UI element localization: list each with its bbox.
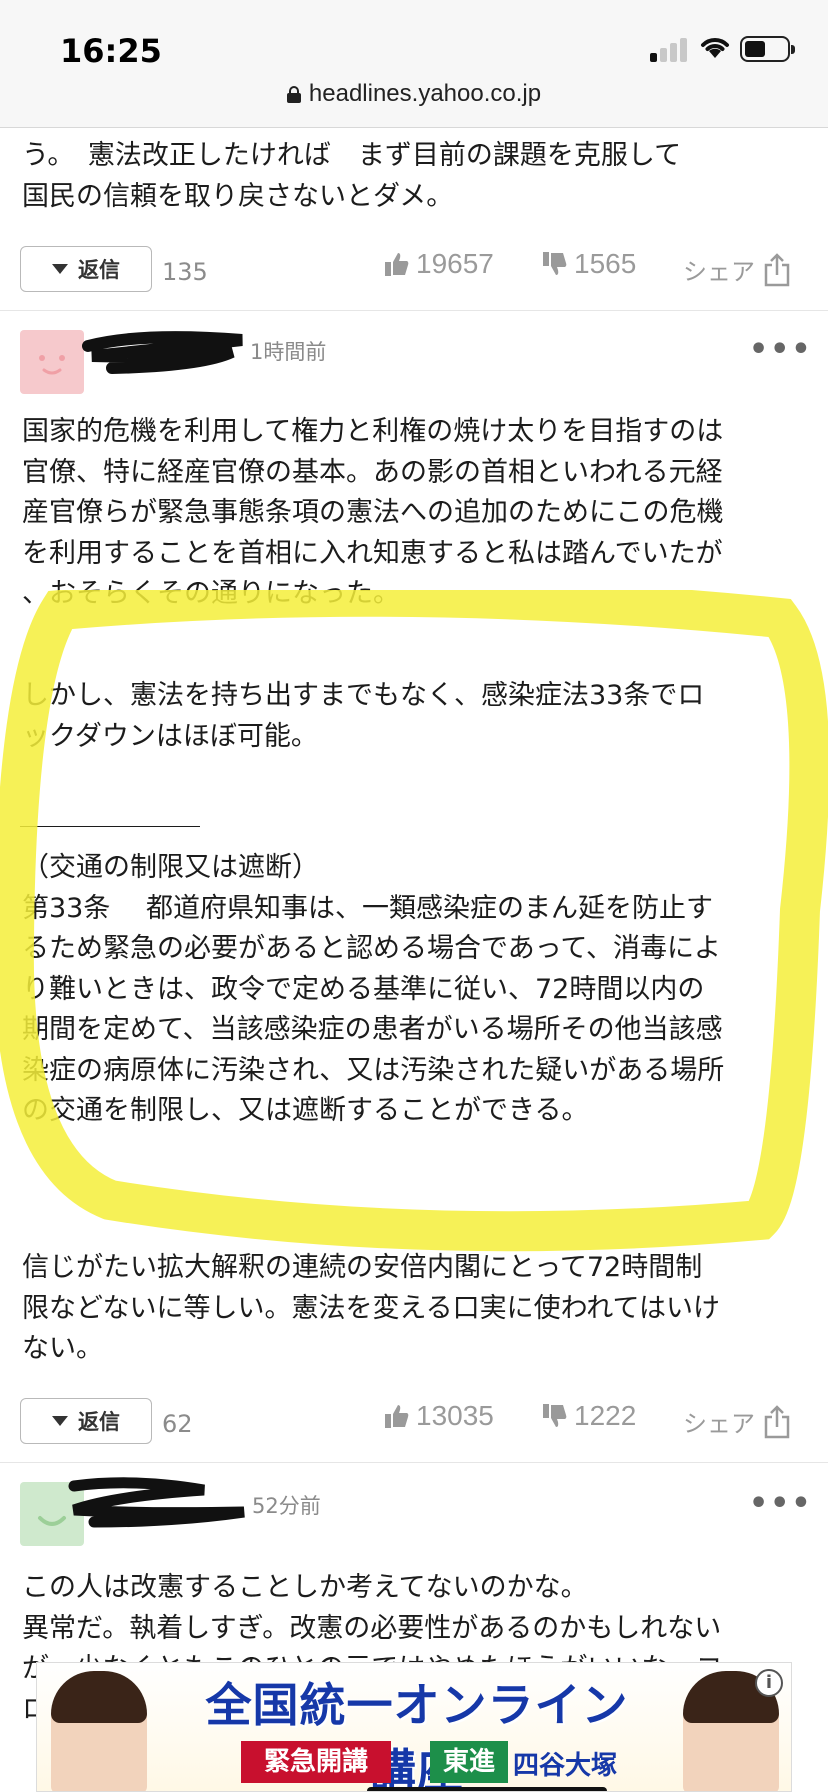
dislike-count: 1565 <box>574 248 637 279</box>
wifi-icon <box>701 38 729 58</box>
comment-time: 1時間前 <box>250 340 327 364</box>
dropdown-triangle-icon <box>52 1416 68 1426</box>
comment2-para3: （交通の制限又は遮断） 第33条 都道府県知事は、一類感染症のまん延を防止す る… <box>22 848 812 1132</box>
comment-line: 官僚、特に経産官僚の基本。あの影の首相といわれる元経 <box>22 456 723 488</box>
comment-line: ない。 <box>22 1333 103 1364</box>
comment2-para1: 国家的危機を利用して権力と利権の焼け太りを目指すのは 官僚、特に経産官僚の基本。… <box>22 412 812 615</box>
comment2-para2: しかし、憲法を持ち出すまでもなく、感染症法33条でロ ックダウンはほぼ可能。 <box>22 676 812 757</box>
comment-line: （交通の制限又は遮断） <box>22 852 319 883</box>
dislike-count: 1222 <box>574 1400 637 1431</box>
comment-line: ックダウンはほぼ可能。 <box>22 720 318 752</box>
comment-line: 異常だ。執着しすぎ。改憲の必要性があるのかもしれない <box>22 1612 722 1644</box>
avatar[interactable] <box>20 330 84 394</box>
reply-count: 135 <box>162 258 208 286</box>
share-label: シェア <box>683 1410 755 1438</box>
browser-top-bar: 16:25 headlines.yahoo.co.jp <box>0 0 828 128</box>
comment1-line: う。 憲法改正したければ まず目前の課題を克服して <box>22 140 682 171</box>
ad-badge-green: 東進 <box>430 1741 508 1783</box>
comment-time: 52分前 <box>252 1494 321 1518</box>
comment-line: 期間を定めて、当該感染症の患者がいる場所その他当該感 <box>22 1014 723 1045</box>
signal-icon <box>650 38 690 62</box>
reply-button[interactable]: 返信 <box>20 246 152 292</box>
dislike-button[interactable]: 1222 <box>542 1400 636 1432</box>
ad-banner[interactable]: 全国統一オンライン講座 緊急開講 東進 四谷大塚 i <box>36 1662 792 1792</box>
comment2-para4: 信じがたい拡大解釈の連続の安倍内閣にとって72時間制 限などないに等しい。憲法を… <box>22 1248 812 1370</box>
like-count: 13035 <box>416 1400 494 1431</box>
reply-count: 62 <box>162 1410 193 1438</box>
comment-line: この人は改憲することしか考えてないのかな。 <box>22 1572 588 1603</box>
like-button[interactable]: 19657 <box>384 248 494 280</box>
ad-info-icon[interactable]: i <box>755 1669 783 1697</box>
share-icon <box>764 1404 790 1438</box>
lock-icon <box>286 86 301 103</box>
comment-line: を利用することを首相に入れ知恵すると私は踏んでいたが <box>22 537 723 569</box>
comment-line: しかし、憲法を持ち出すまでもなく、感染症法33条でロ <box>22 680 705 711</box>
battery-icon <box>740 36 795 62</box>
comment-line: 染症の病原体に汚染され、又は汚染された疑いがある場所 <box>22 1054 725 1086</box>
thumbs-down-icon <box>543 252 567 275</box>
redaction-scribble <box>82 331 243 374</box>
ad-brand: 四谷大塚 <box>513 1751 618 1781</box>
comment-line: 限などないに等しい。憲法を変える口実に使われてはいけ <box>22 1292 720 1324</box>
text-rule <box>20 826 200 827</box>
more-icon[interactable]: ••• <box>749 1486 813 1521</box>
comment-line: の交通を制限し、又は遮断することができる。 <box>22 1095 589 1126</box>
comment-line: 第33条 都道府県知事は、一類感染症のまん延を防止す <box>22 892 713 924</box>
comment-line: 国家的危機を利用して権力と利権の焼け太りを目指すのは <box>22 416 724 447</box>
dislike-button[interactable]: 1565 <box>542 248 636 280</box>
comment1-text: う。 憲法改正したければ まず目前の課題を克服して 国民の信頼を取り戻さないとダ… <box>22 136 812 217</box>
ad-person-image <box>51 1671 147 1791</box>
redaction-scribble <box>68 1477 245 1528</box>
like-count: 19657 <box>416 248 494 279</box>
share-label: シェア <box>683 258 755 286</box>
comment-line: 、おそらくその通りになった。 <box>22 578 400 609</box>
dropdown-triangle-icon <box>52 264 68 274</box>
share-button[interactable]: シェア <box>683 1404 791 1439</box>
url-bar[interactable]: headlines.yahoo.co.jp <box>0 80 828 108</box>
comment-line: 信じがたい拡大解釈の連続の安倍内閣にとって72時間制 <box>22 1252 703 1283</box>
url-text: headlines.yahoo.co.jp <box>308 80 542 107</box>
comment-line: るため緊急の必要があると認める場合であって、消毒によ <box>22 933 722 964</box>
reply-button[interactable]: 返信 <box>20 1398 152 1444</box>
thumbs-up-icon <box>385 1405 409 1428</box>
like-button[interactable]: 13035 <box>384 1400 494 1432</box>
status-time: 16:25 <box>60 32 162 70</box>
more-icon[interactable]: ••• <box>749 332 813 367</box>
share-button[interactable]: シェア <box>683 252 791 287</box>
thumbs-up-icon <box>385 253 409 276</box>
comment-divider <box>0 1462 828 1463</box>
reply-label: 返信 <box>78 1410 120 1434</box>
comment-line: 産官僚らが緊急事態条項の憲法への追加のためにこの危機 <box>22 497 724 528</box>
ad-badge-red: 緊急開講 <box>241 1741 391 1783</box>
comment-line: り難いときは、政令で定める基準に従い、72時間以内の <box>22 973 705 1005</box>
thumbs-down-icon <box>543 1404 567 1427</box>
comment-divider <box>0 310 828 311</box>
share-icon <box>764 252 790 286</box>
comment1-line: 国民の信頼を取り戻さないとダメ。 <box>22 180 454 212</box>
reply-label: 返信 <box>78 258 120 282</box>
redaction-scribble <box>367 1787 607 1791</box>
